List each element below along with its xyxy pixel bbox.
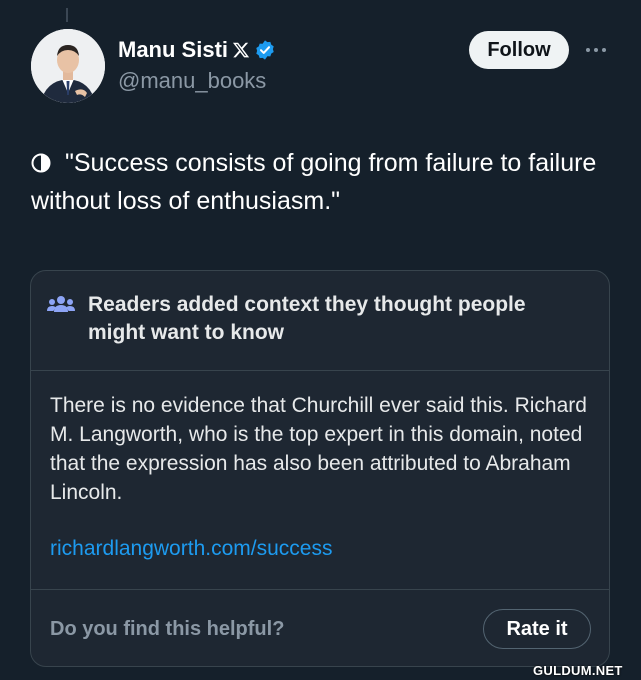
community-note-title: Readers added context they thought peopl… [88, 293, 526, 344]
avatar[interactable] [31, 29, 105, 103]
rate-it-button[interactable]: Rate it [483, 609, 591, 649]
tweet-text-container: "Success consists of going from failure … [31, 144, 621, 220]
author-name-row: Manu Sisti [118, 36, 276, 64]
watermark: GULDUM.NET [533, 663, 623, 678]
community-note-body: There is no evidence that Churchill ever… [50, 394, 587, 504]
author-handle[interactable]: @manu_books [118, 68, 266, 94]
verified-badge-icon [254, 39, 276, 61]
more-horizontal-icon [586, 48, 606, 52]
author-display-name[interactable]: Manu Sisti [118, 37, 228, 63]
community-note-card: Readers added context they thought peopl… [30, 270, 610, 667]
avatar-photo [31, 29, 105, 103]
half-circle-icon [31, 153, 51, 173]
follow-button[interactable]: Follow [469, 31, 569, 69]
people-icon [47, 296, 75, 312]
more-options-button[interactable] [584, 40, 608, 60]
community-note-header: Readers added context they thought peopl… [31, 271, 609, 371]
helpful-question: Do you find this helpful? [50, 618, 285, 640]
x-logo-icon [232, 41, 250, 59]
tweet-text: "Success consists of going from failure … [31, 149, 597, 215]
community-note-footer: Do you find this helpful? Rate it [31, 589, 609, 666]
community-note-source-link[interactable]: richardlangworth.com/success [50, 537, 332, 561]
thread-connector-line [66, 8, 68, 22]
